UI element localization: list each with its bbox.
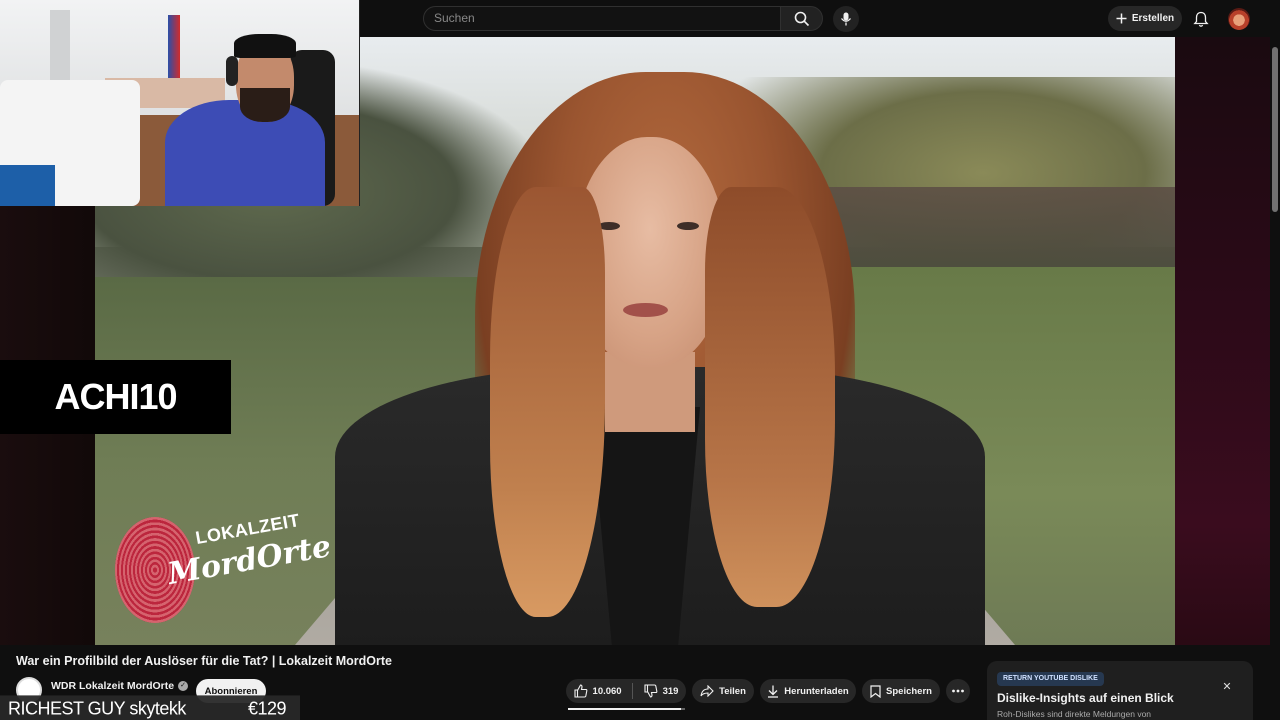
streamer-beard [240, 88, 290, 122]
presenter-hair-strand [705, 187, 835, 607]
streamer-headband [234, 34, 296, 58]
video-frame-hedge [815, 187, 1175, 267]
dislike-count: 319 [662, 685, 679, 697]
channel-name-text[interactable]: WDR Lokalzeit MordOrte [51, 680, 174, 692]
streamer-badge: ACHI10 [0, 360, 231, 434]
ticker-amount: €129 [247, 696, 287, 718]
create-label: Erstellen [1131, 13, 1175, 24]
like-dislike-group: 10.060 319 [566, 679, 686, 703]
save-label: Speichern [886, 685, 932, 697]
save-button[interactable]: Speichern [862, 679, 940, 703]
download-label: Herunterladen [784, 685, 849, 697]
close-icon[interactable]: ✕ [1221, 681, 1233, 693]
search-button[interactable] [780, 6, 823, 31]
notifications-button[interactable] [1191, 9, 1211, 29]
channel-name[interactable]: WDR Lokalzeit MordOrte ✓ [51, 680, 189, 692]
webcam-flag [168, 15, 180, 83]
presenter-hair-strand [490, 187, 605, 617]
thumbs-up-icon [573, 684, 587, 698]
like-button[interactable]: 10.060 [573, 683, 633, 699]
ryd-subtitle: Roh-Dislikes sind direkte Meldungen von [997, 709, 1152, 719]
bookmark-icon [870, 684, 881, 698]
streamer-webcam [0, 0, 360, 206]
account-avatar[interactable] [1228, 8, 1250, 30]
search-icon [794, 11, 809, 26]
share-label: Teilen [719, 685, 746, 697]
lokalzeit-mordorte-logo: LOKALZEIT MordOrte [115, 510, 334, 627]
donation-ticker: RICHEST GUY skytekk €129 [0, 695, 300, 720]
like-ratio-bar [568, 708, 685, 710]
webcam-door [50, 10, 70, 90]
plus-icon [1116, 13, 1127, 24]
download-icon [768, 685, 779, 698]
page-scrollbar[interactable] [1270, 37, 1280, 720]
scrollbar-thumb[interactable] [1272, 47, 1278, 212]
share-icon [700, 685, 714, 697]
voice-search-button[interactable] [833, 6, 859, 32]
download-button[interactable]: Herunterladen [760, 679, 856, 703]
return-youtube-dislike-panel: RETURN YOUTUBE DISLIKE Dislike-Insights … [987, 661, 1253, 720]
webcam-blanket [0, 165, 55, 206]
more-horizontal-icon [952, 689, 964, 693]
headset-icon [226, 56, 238, 86]
ryd-title: Dislike-Insights auf einen Blick [997, 691, 1174, 705]
microphone-icon [840, 12, 852, 26]
dislike-button[interactable]: 319 [638, 684, 679, 698]
verified-icon: ✓ [178, 681, 189, 691]
presenter-mouth [623, 303, 668, 317]
ambient-side-glow [1175, 37, 1270, 645]
more-actions-button[interactable] [946, 679, 970, 703]
ryd-badge: RETURN YOUTUBE DISLIKE [997, 672, 1104, 686]
presenter-eye [677, 222, 699, 230]
create-button[interactable]: Erstellen [1108, 6, 1182, 31]
thumbs-down-icon [644, 684, 657, 698]
ticker-donor: RICHEST GUY skytekk [8, 696, 186, 718]
share-button[interactable]: Teilen [692, 679, 754, 703]
video-title: War ein Profilbild der Auslöser für die … [16, 654, 392, 668]
like-count: 10.060 [592, 685, 622, 697]
search-input[interactable]: Suchen [423, 6, 781, 31]
like-ratio-fill [568, 708, 682, 710]
bell-icon [1193, 11, 1209, 27]
